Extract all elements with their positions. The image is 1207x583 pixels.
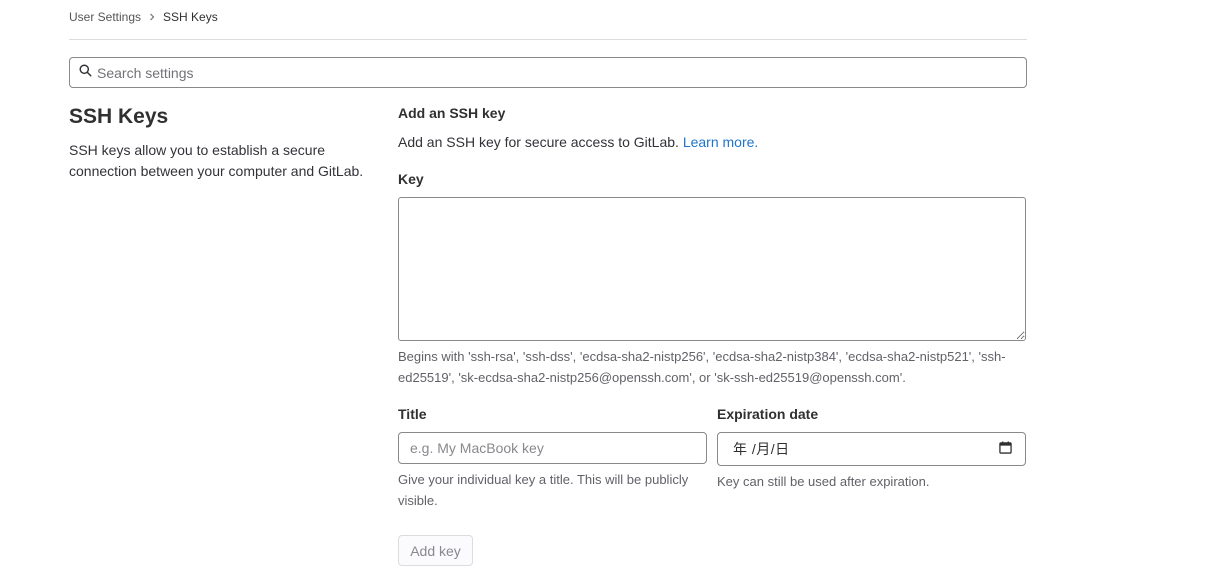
expiration-date-input[interactable]: 年 /月/日 bbox=[717, 432, 1026, 466]
search-input[interactable] bbox=[97, 64, 997, 81]
expiration-help-text: Key can still be used after expiration. bbox=[717, 474, 930, 489]
key-help-text: Begins with 'ssh-rsa', 'ssh-dss', 'ecdsa… bbox=[398, 349, 1006, 385]
breadcrumb: User Settings SSH Keys bbox=[69, 9, 218, 25]
breadcrumb-user-settings[interactable]: User Settings bbox=[69, 10, 141, 24]
page-description: SSH keys allow you to establish a secure… bbox=[69, 142, 364, 179]
page-title: SSH Keys bbox=[69, 105, 169, 128]
expiration-label: Expiration date bbox=[717, 406, 819, 422]
calendar-icon[interactable] bbox=[999, 441, 1012, 457]
expiration-date-value: 年 /月/日 bbox=[733, 441, 790, 457]
add-key-section: Add an SSH key Add an SSH key for secure… bbox=[398, 103, 1026, 152]
breadcrumb-ssh-keys[interactable]: SSH Keys bbox=[163, 10, 218, 24]
key-label: Key bbox=[398, 171, 424, 187]
title-label: Title bbox=[398, 406, 427, 422]
title-input[interactable] bbox=[398, 432, 707, 464]
intro-text: Add an SSH key for secure access to GitL… bbox=[398, 134, 679, 150]
search-icon bbox=[79, 63, 92, 82]
section-intro: Add an SSH key for secure access to GitL… bbox=[398, 133, 1026, 152]
add-key-button[interactable]: Add key bbox=[398, 535, 473, 566]
title-help-text: Give your individual key a title. This w… bbox=[398, 472, 689, 508]
key-textarea[interactable] bbox=[398, 197, 1026, 341]
header-divider bbox=[69, 39, 1027, 40]
section-heading: Add an SSH key bbox=[398, 105, 506, 121]
learn-more-link[interactable]: Learn more. bbox=[683, 134, 758, 150]
chevron-right-icon bbox=[149, 13, 155, 21]
search-box[interactable] bbox=[69, 57, 1027, 88]
